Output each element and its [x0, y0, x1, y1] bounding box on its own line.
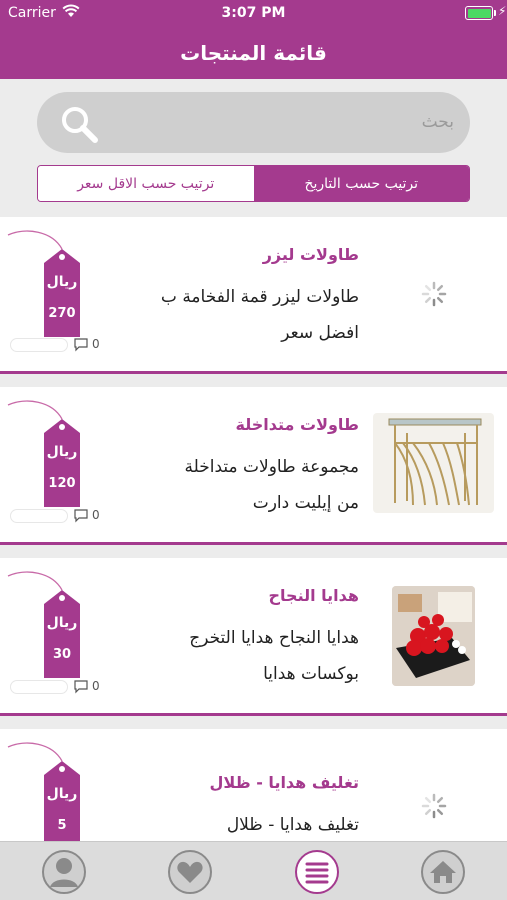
status-bar: Carrier 3:07 PM ⚡	[0, 0, 507, 26]
product-description: تغليف هدايا - ظلال	[119, 807, 359, 841]
home-icon	[421, 850, 465, 894]
description-line: طاولات ليزر قمة الفخامة ب	[160, 287, 359, 307]
description-line: من إيليت دارت	[252, 493, 359, 513]
price-value: 120	[48, 476, 76, 491]
product-title: طاولات متداخلة	[235, 415, 359, 434]
search-placeholder: بحث	[421, 112, 454, 132]
product-card[interactable]: ريال 120 0 طاولات متداخلة مجموعة طاولات …	[0, 387, 507, 545]
nav-bar: قائمة المنتجات	[0, 26, 507, 79]
product-title: طاولات ليزر	[262, 245, 359, 264]
product-description: هدايا النجاح هدايا التخرج بوكسات هدايا	[119, 620, 359, 692]
price-currency: ريال	[46, 274, 78, 290]
price-currency: ريال	[46, 615, 78, 631]
search-input[interactable]: بحث	[37, 92, 470, 153]
search-area: بحث ترتيب حسب الاقل سعر ترتيب حسب التاري…	[0, 79, 507, 217]
description-line: تغليف هدايا - ظلال	[226, 815, 359, 835]
description-line: بوكسات هدايا	[263, 664, 359, 684]
comment-icon	[74, 509, 88, 523]
description-line: افضل سعر	[281, 323, 359, 343]
description-line: مجموعة طاولات متداخلة	[184, 457, 359, 477]
sort-by-lowest-price-button[interactable]: ترتيب حسب الاقل سعر	[38, 166, 254, 201]
price-value: 270	[48, 306, 76, 321]
price-tag: ريال 270	[4, 229, 86, 341]
price-currency: ريال	[46, 786, 78, 802]
rating-pill	[10, 338, 68, 352]
favorites-heart-icon	[168, 850, 212, 894]
product-card[interactable]: ريال 5 تغليف هدايا - ظلال تغليف هدايا - …	[0, 729, 507, 841]
list-menu-icon	[295, 850, 339, 894]
price-value: 30	[52, 647, 72, 662]
rating-pill	[10, 509, 68, 523]
comment-icon	[74, 338, 88, 352]
product-description: طاولات ليزر قمة الفخامة ب افضل سعر	[119, 279, 359, 351]
nesting-tables-image	[373, 413, 494, 513]
price-value: 5	[57, 818, 67, 833]
battery-icon: ⚡	[465, 4, 506, 20]
price-tag: ريال 30	[4, 570, 86, 682]
loading-spinner-icon	[421, 793, 447, 819]
product-list[interactable]: ريال 270 0 طاولات ليزر طاولات ليزر قمة ا…	[0, 217, 507, 841]
product-title: تغليف هدايا - ظلال	[209, 773, 359, 792]
product-card[interactable]: ريال 30 0 هدايا النجاح هدايا النجاح هداي…	[0, 558, 507, 716]
price-currency: ريال	[46, 444, 78, 460]
product-title: هدايا النجاح	[268, 586, 360, 605]
sort-by-date-button[interactable]: ترتيب حسب التاريخ	[253, 166, 469, 201]
product-card[interactable]: ريال 270 0 طاولات ليزر طاولات ليزر قمة ا…	[0, 217, 507, 374]
roses-gift-box-image	[392, 586, 475, 686]
price-tag: ريال 120	[4, 399, 86, 511]
search-icon[interactable]	[59, 104, 99, 144]
comment-icon	[74, 680, 88, 694]
tab-favorites[interactable]	[167, 849, 213, 895]
price-tag: ريال 5	[4, 741, 86, 841]
tab-profile[interactable]	[41, 849, 87, 895]
comment-count: 0	[92, 508, 100, 522]
product-description: مجموعة طاولات متداخلة من إيليت دارت	[119, 449, 359, 521]
description-line: هدايا النجاح هدايا التخرج	[189, 628, 359, 648]
tab-product-list[interactable]	[294, 849, 340, 895]
comment-count: 0	[92, 679, 100, 693]
tab-bar	[0, 841, 507, 900]
loading-spinner-icon	[421, 281, 447, 307]
comment-count: 0	[92, 337, 100, 351]
clock: 3:07 PM	[221, 5, 286, 21]
tab-home[interactable]	[420, 849, 466, 895]
sort-segmented-control: ترتيب حسب الاقل سعر ترتيب حسب التاريخ	[37, 165, 470, 202]
profile-icon	[42, 850, 86, 894]
rating-pill	[10, 680, 68, 694]
page-title: قائمة المنتجات	[180, 40, 327, 65]
